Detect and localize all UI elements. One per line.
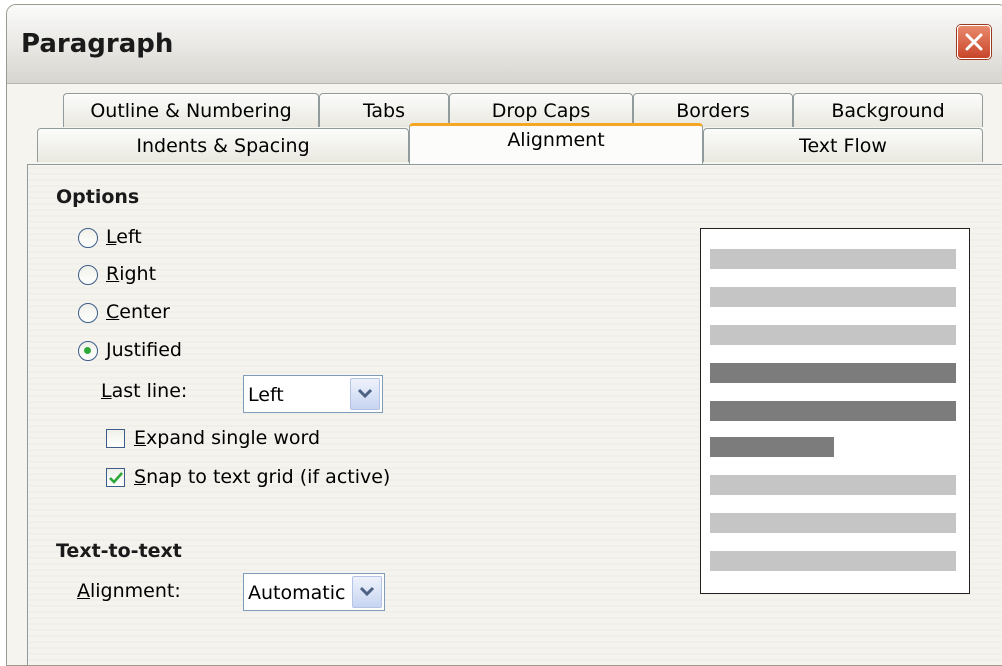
- preview-line: [710, 325, 956, 345]
- tab-alignment[interactable]: Alignment: [409, 123, 703, 164]
- radio-left[interactable]: Left: [78, 226, 278, 252]
- tab-tabs[interactable]: Tabs: [319, 93, 449, 127]
- expand-single-word-checkbox[interactable]: Expand single word: [106, 427, 366, 453]
- mnemonic: A: [77, 580, 90, 602]
- chevron-down-icon: [357, 388, 373, 399]
- mnemonic: L: [106, 226, 117, 248]
- last-line-dropdown[interactable]: Left: [243, 375, 383, 413]
- preview-line: [710, 475, 956, 495]
- label-rest: xpand single word: [146, 427, 321, 449]
- tab-background[interactable]: Background: [793, 93, 983, 127]
- preview-line-current: [710, 401, 956, 421]
- checkmark-icon: [109, 472, 123, 484]
- checkbox-checked[interactable]: [106, 468, 125, 487]
- preview-line: [710, 287, 956, 307]
- label-rest: ustified: [111, 339, 182, 361]
- preview-line: [710, 551, 956, 571]
- mnemonic: E: [134, 427, 147, 449]
- close-icon: [965, 33, 983, 51]
- last-line-value: Left: [248, 384, 284, 406]
- mnemonic: L: [101, 380, 112, 402]
- radio-selected-dot: [84, 347, 91, 354]
- preview-line-current-last: [710, 437, 834, 457]
- close-button[interactable]: [957, 25, 991, 59]
- label-rest: ast line:: [111, 380, 188, 402]
- tab-drop-caps[interactable]: Drop Caps: [449, 93, 633, 127]
- last-line-label: Last line:: [101, 380, 187, 402]
- radio-justified[interactable]: Justified: [78, 339, 278, 365]
- preview-line: [710, 513, 956, 533]
- preview-line-current: [710, 363, 956, 383]
- radio-button-selected[interactable]: [78, 341, 98, 361]
- expand-single-word-label: Expand single word: [134, 427, 320, 449]
- radio-justified-label: Justified: [106, 339, 182, 361]
- chevron-down-icon: [359, 586, 375, 597]
- text-alignment-dropdown[interactable]: Automatic: [243, 573, 385, 611]
- title-bar[interactable]: Paragraph: [7, 5, 1002, 84]
- mnemonic: R: [106, 263, 120, 285]
- alignment-preview: [700, 228, 970, 594]
- tab-borders[interactable]: Borders: [633, 93, 793, 127]
- snap-to-grid-label: Snap to text grid (if active): [134, 466, 390, 488]
- tab-text-flow[interactable]: Text Flow: [703, 128, 983, 162]
- dialog-title: Paragraph: [21, 29, 174, 59]
- label-rest: lignment:: [90, 580, 181, 602]
- text-alignment-value: Automatic: [248, 582, 346, 604]
- label-rest: enter: [119, 301, 170, 323]
- tab-outline-numbering[interactable]: Outline & Numbering: [63, 93, 319, 127]
- tab-indents-spacing[interactable]: Indents & Spacing: [37, 128, 409, 162]
- label-rest: ight: [119, 263, 157, 285]
- radio-center[interactable]: Center: [78, 301, 278, 327]
- mnemonic: S: [134, 466, 147, 488]
- preview-line: [710, 249, 956, 269]
- mnemonic: C: [106, 301, 120, 323]
- checkbox[interactable]: [106, 429, 125, 448]
- options-heading: Options: [56, 186, 140, 208]
- text-to-text-heading: Text-to-text: [56, 540, 182, 562]
- radio-button[interactable]: [78, 265, 98, 285]
- dropdown-button[interactable]: [350, 378, 380, 410]
- label-rest: nap to text grid (if active): [146, 466, 391, 488]
- radio-button[interactable]: [78, 228, 98, 248]
- alignment-label: Alignment:: [77, 580, 181, 602]
- radio-right-label: Right: [106, 263, 156, 285]
- radio-left-label: Left: [106, 226, 142, 248]
- radio-right[interactable]: Right: [78, 263, 278, 289]
- snap-to-grid-checkbox[interactable]: Snap to text grid (if active): [106, 466, 426, 492]
- radio-center-label: Center: [106, 301, 170, 323]
- radio-button[interactable]: [78, 303, 98, 323]
- dropdown-button[interactable]: [352, 576, 382, 608]
- label-rest: eft: [116, 226, 142, 248]
